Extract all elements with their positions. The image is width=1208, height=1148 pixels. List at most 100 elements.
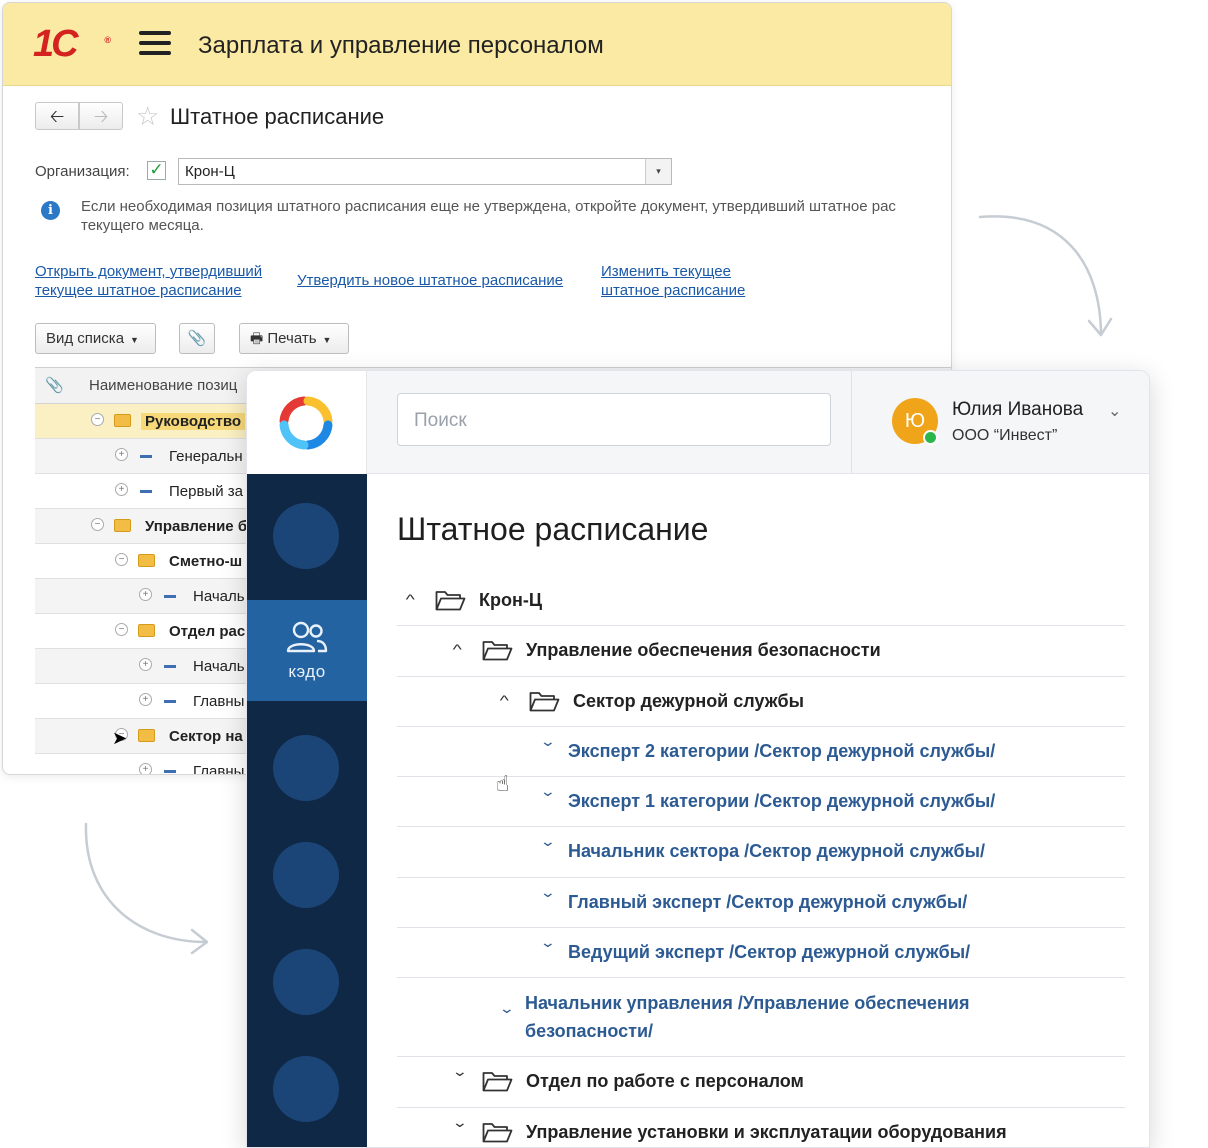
favorite-star-icon[interactable]: ☆: [136, 102, 159, 130]
sidebar-item-6[interactable]: [273, 1056, 339, 1122]
position-icon: [164, 595, 176, 598]
staff-tree: ^ Крон-Ц ^ Управление обеспечения безопасно…: [397, 576, 1125, 1147]
chevron-up-icon[interactable]: ^: [500, 692, 509, 708]
kedo-logo-icon: [279, 396, 333, 450]
attachment-button[interactable]: 📎: [179, 323, 215, 354]
expand-icon[interactable]: +: [139, 658, 152, 671]
hand-cursor-icon: ☝: [496, 771, 510, 796]
chevron-down-icon[interactable]: ⌄: [540, 783, 556, 800]
tree-position-row[interactable]: ⌄ Ведущий эксперт /Сектор дежурной службы…: [397, 928, 1125, 979]
org-label: Организация:: [35, 163, 130, 180]
chevron-down-icon[interactable]: ⌄: [540, 733, 556, 750]
info-icon: i: [41, 201, 60, 220]
grid-column-name[interactable]: Наименование позиц: [89, 377, 237, 394]
paperclip-icon: 📎: [45, 377, 64, 394]
expand-icon[interactable]: +: [115, 448, 128, 461]
tree-item-label: Начальник управления /Управление обеспеч…: [525, 993, 970, 1042]
tree-item-label: Крон-Ц: [479, 590, 542, 610]
view-list-button[interactable]: Вид списка ▼: [35, 323, 156, 354]
tree-folder-row[interactable]: ^ Управление обеспечения безопасности: [397, 626, 1125, 677]
row-label: Началь: [193, 658, 245, 675]
print-button[interactable]: 🖶 Печать ▼: [239, 323, 349, 354]
tree-item-label: Управление обеспечения безопасности: [526, 640, 881, 661]
tree-folder-row[interactable]: ⌄ Управление установки и эксплуатации обо…: [397, 1108, 1125, 1147]
expand-icon[interactable]: +: [139, 693, 152, 706]
row-label: Главны: [193, 763, 245, 775]
chevron-up-icon[interactable]: ^: [453, 641, 462, 657]
tree-position-row[interactable]: ⌄ Главный эксперт /Сектор дежурной службы…: [397, 878, 1125, 929]
chevron-down-icon[interactable]: ⌄: [540, 934, 556, 951]
sidebar-item-5[interactable]: [273, 949, 339, 1015]
search-input[interactable]: Поиск: [397, 393, 831, 446]
expand-icon[interactable]: +: [139, 763, 152, 774]
row-label: Руководство: [141, 413, 246, 430]
folder-icon: [482, 1122, 513, 1143]
chevron-down-icon[interactable]: ⌄: [540, 884, 556, 901]
row-label: Отдел рас: [169, 623, 246, 640]
row-label: Генеральн: [169, 448, 243, 465]
row-label: Сметно-ш: [169, 553, 243, 570]
folder-icon: [482, 640, 513, 661]
row-label: Началь: [193, 588, 245, 605]
chevron-up-icon[interactable]: ^: [406, 591, 415, 607]
row-label: Первый за: [169, 483, 243, 500]
kedo-logo[interactable]: [247, 371, 367, 474]
form-title: Штатное расписание: [170, 104, 385, 129]
user-menu[interactable]: Ю Юлия Иванова ООО “Инвест” ⌄: [851, 371, 1149, 474]
chevron-down-icon[interactable]: ⌄: [452, 1114, 468, 1131]
link-change-current[interactable]: Изменить текущее штатное расписание: [601, 262, 771, 300]
online-status-icon: [923, 430, 938, 445]
expand-icon[interactable]: +: [115, 483, 128, 496]
tree-item-label: Начальник сектора /Сектор дежурной служб…: [568, 841, 986, 862]
kedo-sidebar: кэдо: [247, 474, 367, 1147]
link-approve-new[interactable]: Утвердить новое штатное расписание: [297, 271, 563, 290]
tree-item-label: Главный эксперт /Сектор дежурной службы/: [568, 891, 968, 912]
folder-icon: [138, 729, 155, 742]
sidebar-item-3[interactable]: [273, 735, 339, 801]
sidebar-item-kedo[interactable]: кэдо: [247, 600, 367, 701]
link-open-document[interactable]: Открыть документ, утвердивший текущее шт…: [35, 262, 290, 300]
tree-item-label: Эксперт 1 категории /Сектор дежурной слу…: [568, 791, 996, 812]
expand-icon[interactable]: +: [139, 588, 152, 601]
info-text: Если необходимая позиция штатного распис…: [81, 198, 896, 234]
chevron-down-icon[interactable]: ⌄: [499, 1000, 515, 1017]
sidebar-item-1[interactable]: [273, 503, 339, 569]
collapse-icon[interactable]: −: [115, 553, 128, 566]
back-button[interactable]: 🡠: [35, 102, 79, 130]
tree-folder-row[interactable]: ⌄ Отдел по работе с персоналом: [397, 1057, 1125, 1108]
chevron-down-icon[interactable]: ⌄: [452, 1063, 468, 1080]
arrow-down-icon: [84, 822, 209, 955]
users-icon: [286, 621, 328, 653]
folder-icon: [435, 590, 466, 611]
tree-item-label: Управление установки и эксплуатации обор…: [526, 1121, 1007, 1142]
folder-icon: [529, 691, 560, 712]
chevron-down-icon[interactable]: ⌄: [1108, 401, 1121, 421]
tree-item-label: Эксперт 2 категории /Сектор дежурной слу…: [568, 740, 996, 761]
collapse-icon[interactable]: −: [91, 518, 104, 531]
row-label: Управление б: [145, 518, 248, 535]
user-org: ООО “Инвест”: [952, 427, 1058, 444]
collapse-icon[interactable]: −: [91, 413, 104, 426]
position-icon: [164, 700, 176, 703]
org-field[interactable]: Крон-Ц: [178, 158, 672, 185]
org-checkbox[interactable]: ✓: [147, 161, 166, 180]
chevron-down-icon[interactable]: ⌄: [540, 833, 556, 850]
folder-icon: [138, 624, 155, 637]
tree-folder-row[interactable]: ^ Сектор дежурной службы: [397, 677, 1125, 727]
collapse-icon[interactable]: −: [115, 623, 128, 636]
tree-position-row[interactable]: ⌄ Эксперт 2 категории /Сектор дежурной сл…: [397, 727, 1125, 778]
position-icon: [140, 455, 152, 458]
org-dropdown-button[interactable]: ▾: [645, 159, 671, 184]
printer-icon: 🖶: [250, 330, 264, 346]
tree-folder-row[interactable]: ^ Крон-Ц: [397, 576, 1125, 627]
folder-icon: [114, 414, 131, 427]
tree-position-row[interactable]: ⌄ Начальник сектора /Сектор дежурной служ…: [397, 827, 1125, 878]
position-icon: [164, 665, 176, 668]
tree-item-label: Ведущий эксперт /Сектор дежурной службы/: [568, 942, 971, 963]
menu-icon[interactable]: [139, 31, 171, 57]
sidebar-item-4[interactable]: [273, 842, 339, 908]
tree-position-row[interactable]: ⌄ Начальник управления /Управление обеспе…: [397, 978, 1125, 1058]
forward-button[interactable]: 🡢: [79, 102, 123, 130]
onec-header: 1С ® Зарплата и управление персоналом: [3, 3, 951, 86]
onec-logo: 1С ®: [33, 23, 111, 65]
